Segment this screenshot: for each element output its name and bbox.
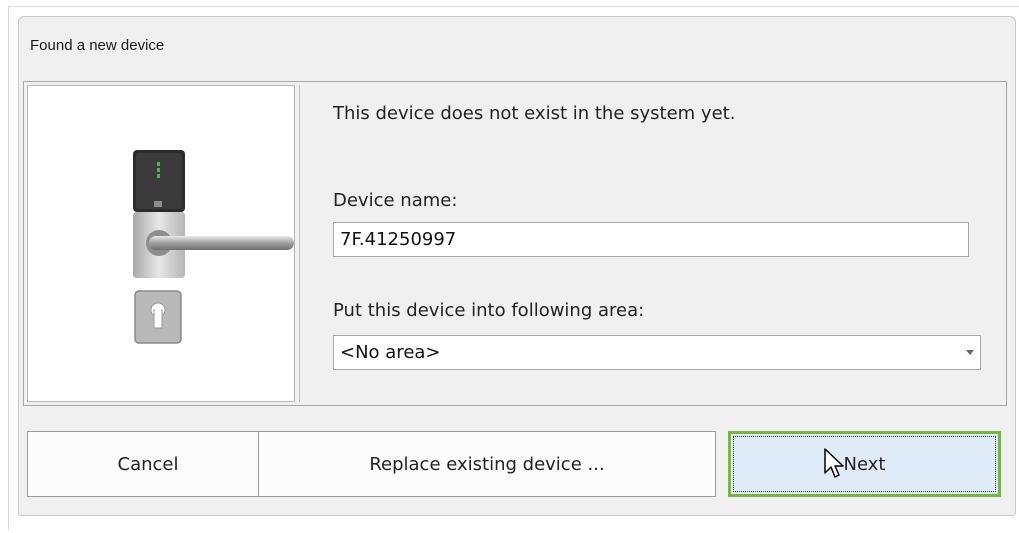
door-lock-handle-icon: [133, 150, 294, 344]
cancel-button-label: Cancel: [117, 453, 179, 475]
dialog-title: Found a new device: [30, 37, 165, 54]
outer-left-border: [8, 6, 9, 530]
mouse-pointer-icon: [824, 448, 844, 478]
device-name-input[interactable]: [333, 222, 969, 257]
info-message: This device does not exist in the system…: [333, 103, 736, 124]
device-form-panel: This device does not exist in the system…: [299, 85, 1003, 402]
replace-existing-device-button[interactable]: Replace existing device ...: [258, 431, 716, 497]
next-button[interactable]: Next: [728, 431, 1001, 497]
button-bar: Cancel Replace existing device ... Next: [23, 409, 1007, 515]
area-label: Put this device into following area:: [333, 300, 645, 321]
replace-button-label: Replace existing device ...: [369, 453, 605, 475]
cancel-button[interactable]: Cancel: [27, 431, 269, 497]
area-selected-value: <No area>: [340, 342, 441, 363]
device-name-label: Device name:: [333, 190, 458, 211]
outer-top-border: [8, 6, 1019, 7]
dialog-header: Found a new device: [19, 17, 1015, 75]
area-dropdown[interactable]: <No area>: [333, 335, 981, 370]
focus-rectangle: [733, 436, 996, 492]
device-image-panel: [27, 85, 295, 402]
content-frame: This device does not exist in the system…: [23, 81, 1007, 406]
new-device-dialog: Found a new device This device does not …: [18, 16, 1016, 516]
chevron-down-icon[interactable]: [966, 350, 974, 355]
